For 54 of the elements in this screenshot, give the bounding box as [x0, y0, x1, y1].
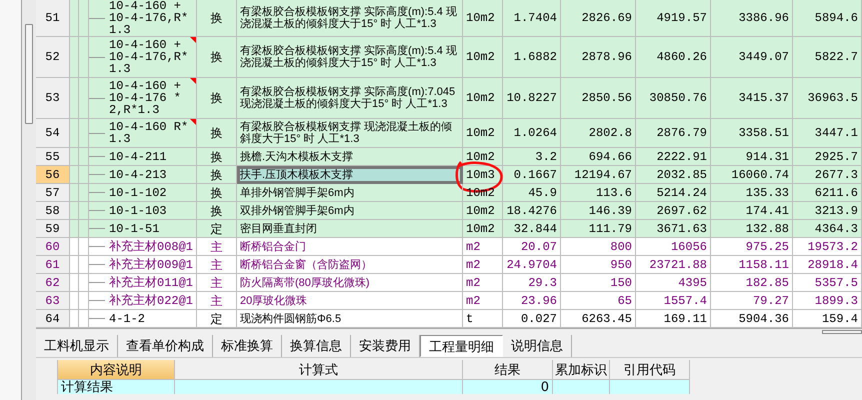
table-row[interactable]: 52 10-4-160 + 10-4-176,R*1.3 换 有梁板胶合板模板钢支撑 实际高度(m):5.4 现浇混凝土板的倾斜度大于15° 时 人工*1.3 10m2 1.6882 2878.96 4860.26 3449.07 5822.7: [36, 37, 862, 78]
table-cell: t: [463, 310, 503, 328]
tab[interactable]: 工程量明细: [420, 335, 503, 357]
table-row[interactable]: 59 10-1-51 定 密目网垂直封闭 10m2 32.844 111.79 3671.63 132.88 4364.3: [36, 220, 862, 238]
table-row[interactable]: 55 10-4-211 换 挑檐.天沟木模板木支撑 10m2 3.2 694.66 2222.91 914.31 2925.7: [36, 148, 862, 166]
table-cell: [553, 380, 610, 394]
table-row[interactable]: 62 补充主材011@1 主 防火隔离带(80厚玻化微珠) m2 29.3 150 4395 182.85 5357.5: [36, 274, 862, 292]
row-number[interactable]: 56: [36, 166, 70, 184]
row-number[interactable]: 61: [36, 256, 70, 274]
table-row[interactable]: 58 10-1-103 换 双排外钢管脚手架6m内 10m2 18.4276 146.39 2697.62 174.41 3213.9: [36, 202, 862, 220]
table-row[interactable]: 51 10-4-160 + 10-4-176,R*1.3 换 有梁板胶合板模板钢支撑 实际高度(m):5.4 现浇混凝土板的倾斜度大于15° 时 人工*1.3 10m2 1.7404 2826.69 4919.57 3386.96 5894.6: [36, 0, 862, 37]
scrollbar-thumb[interactable]: [25, 24, 33, 124]
tab[interactable]: 说明信息: [503, 335, 572, 357]
table-row[interactable]: 60 补充主材008@1 主 断桥铝合金门 m2 20.07 800 16056 975.25 19573.2: [36, 238, 862, 256]
table-cell[interactable]: 扶手.压顶木模板木支撑: [237, 166, 463, 184]
table-row[interactable]: 54 10-4-160 R*1.3 换 有梁板胶合板模板钢支撑 现浇混凝土板的倾斜度大于15° 时 人工*1.3 10m2 1.0264 2802.8 2876.79 3358.51 3447.1: [36, 119, 862, 148]
table-cell: 6263.45: [561, 310, 636, 328]
table-cell: 4-1-2: [89, 310, 197, 328]
table-cell: 0.027: [503, 310, 561, 328]
column-header[interactable]: 内容说明: [58, 360, 175, 380]
table-cell: [70, 310, 79, 328]
column-header[interactable]: 引用代码: [610, 360, 690, 380]
table-cell: 159.4: [793, 310, 862, 328]
table-cell: [79, 310, 89, 328]
row-number[interactable]: 62: [36, 274, 70, 292]
scrollbar-thumb[interactable]: [822, 330, 862, 334]
column-header[interactable]: 计算式: [175, 360, 463, 380]
column-header[interactable]: 累加标识: [553, 360, 610, 380]
table-cell: 5904.36: [711, 310, 793, 328]
tab[interactable]: 标准换算: [213, 335, 282, 357]
row-number[interactable]: 52: [36, 37, 70, 78]
column-header[interactable]: 结果: [463, 360, 553, 380]
row-number[interactable]: 64: [36, 310, 70, 328]
table-row[interactable]: 64 4-1-2 定 现浇构件圆钢筋Φ6.5 t 0.027 6263.45 169.11 5904.36 159.4: [36, 310, 862, 328]
tab[interactable]: 工料机显示: [36, 335, 118, 357]
row-number[interactable]: 60: [36, 238, 70, 256]
row-number[interactable]: 58: [36, 202, 70, 220]
table-cell[interactable]: 现浇构件圆钢筋Φ6.5: [237, 310, 463, 328]
row-number[interactable]: 55: [36, 148, 70, 166]
row-number[interactable]: 53: [36, 78, 70, 119]
row-number[interactable]: 59: [36, 220, 70, 238]
table-row[interactable]: 63 补充主材022@1 主 20厚玻化微珠 m2 23.96 65 1557.4 79.27 1899.3: [36, 292, 862, 310]
table-cell: 0: [463, 380, 553, 394]
table-row[interactable]: 53 10-4-160 + 10-4-176 * 2,R*1.3 换 有梁板胶合板模板钢支撑 实际高度(m):7.045 现浇混凝土板的倾斜度大于15° 时 人工*1.3 10m2 10.8227 2850.56 30850.76 3415.37 36963.5: [36, 78, 862, 119]
row-number[interactable]: 54: [36, 119, 70, 148]
table-row[interactable]: 61 补充主材009@1 主 断桥铝合金窗（含防盗网） m2 24.9704 950 23721.88 1158.11 28918.4: [36, 256, 862, 274]
table-cell: 定: [197, 310, 237, 328]
tab[interactable]: 查看单价构成: [118, 335, 213, 357]
table-cell: 计算结果: [58, 380, 175, 394]
row-number[interactable]: 51: [36, 0, 70, 37]
row-number[interactable]: 63: [36, 292, 70, 310]
table-cell: 169.11: [636, 310, 711, 328]
row-number[interactable]: 57: [36, 184, 70, 202]
tab[interactable]: 换算信息: [282, 335, 351, 357]
